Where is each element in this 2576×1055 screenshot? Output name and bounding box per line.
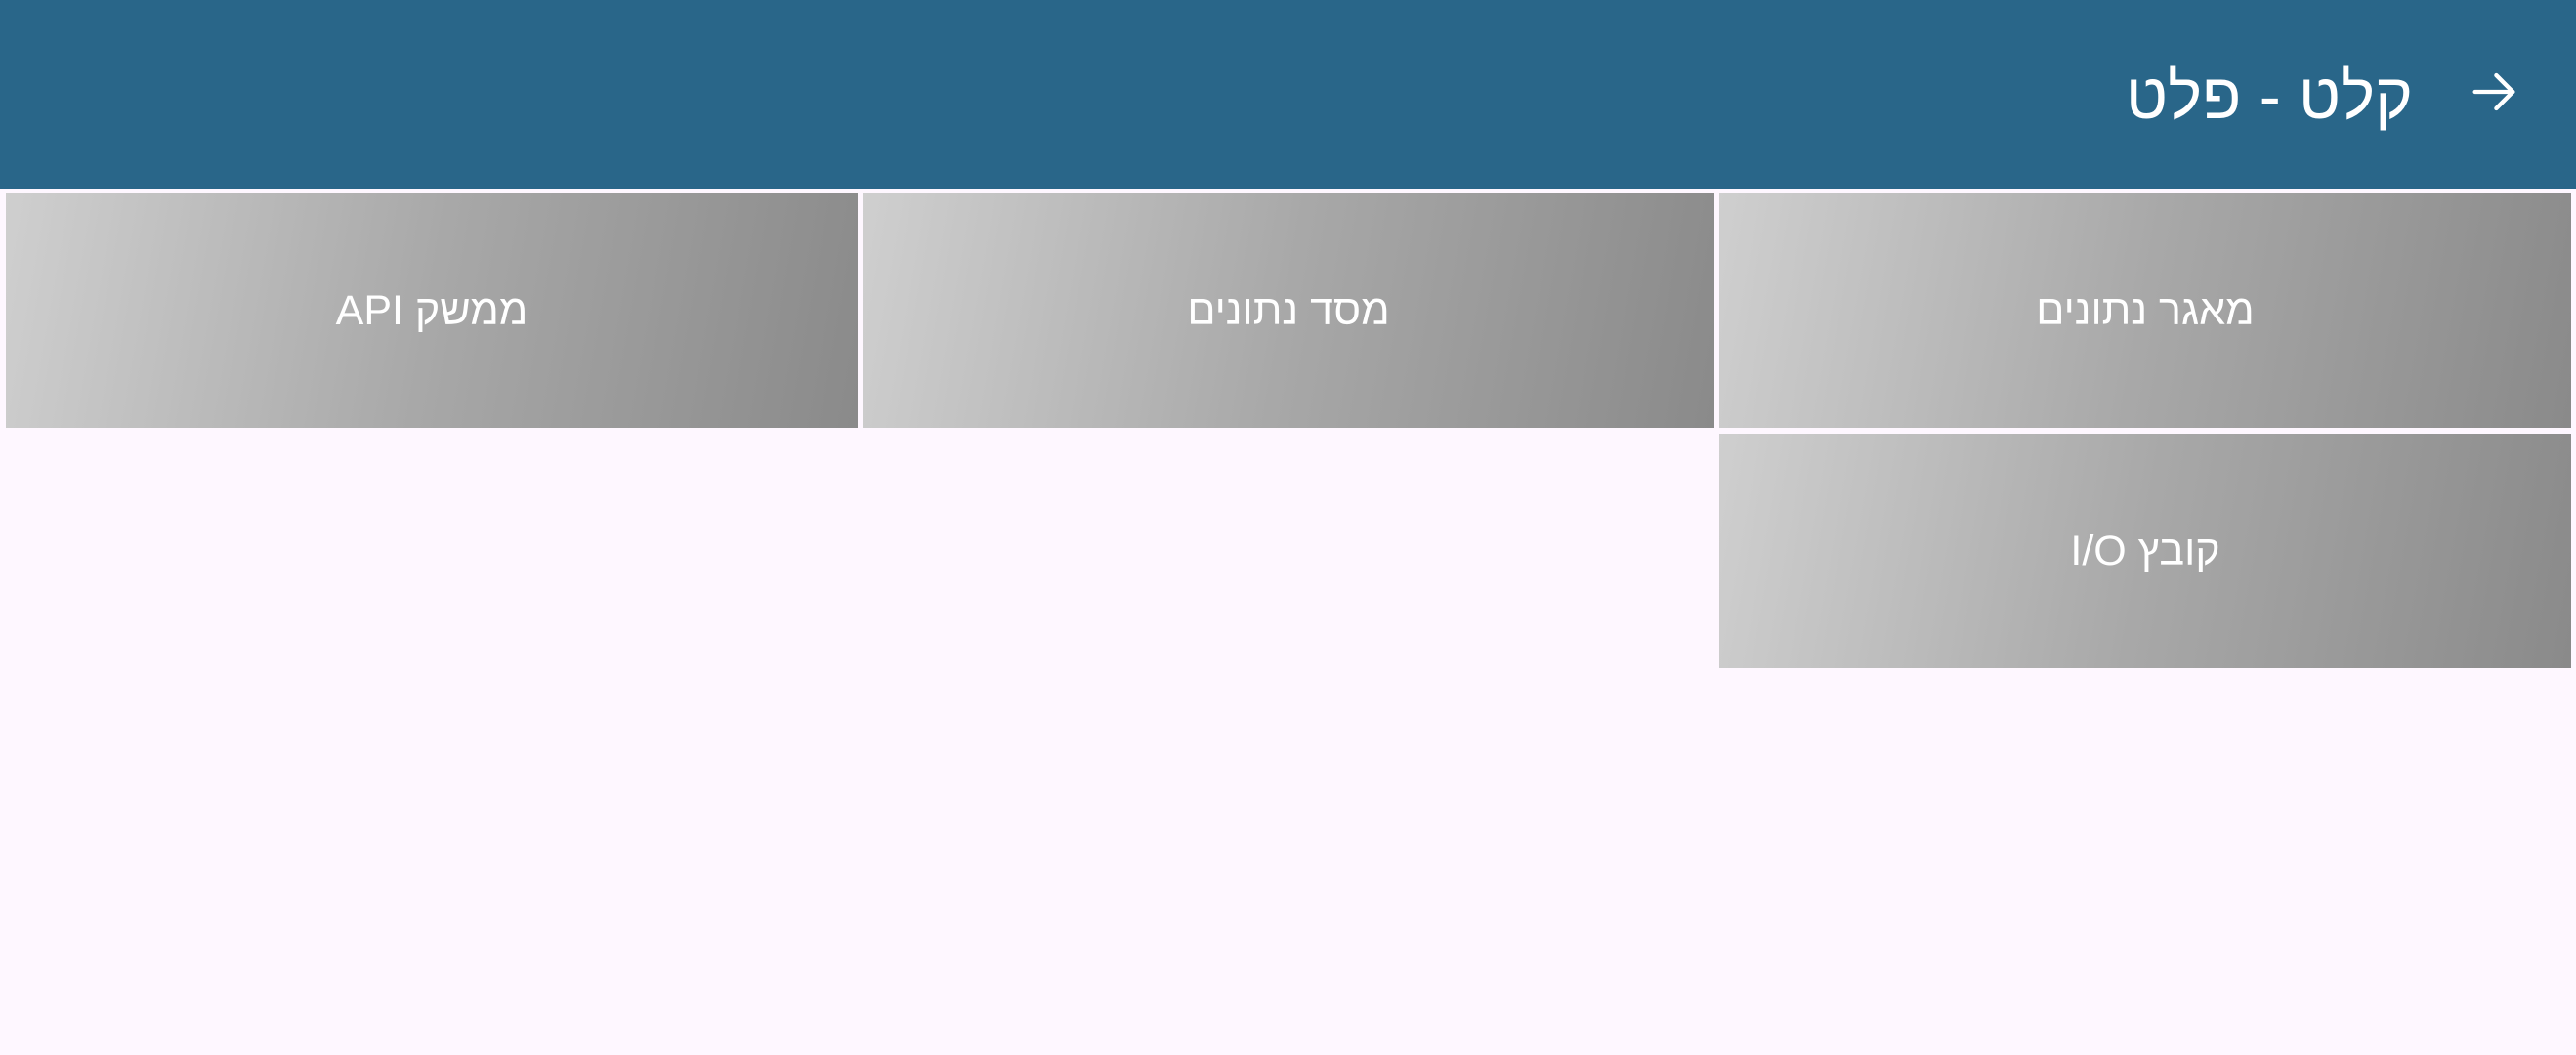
database-label: מסד נתונים (1187, 286, 1390, 334)
file-io-label: קובץ I/O (2070, 527, 2220, 574)
data-repository-label: מאגר נתונים (2036, 286, 2255, 334)
arrow-right-icon (2466, 63, 2522, 125)
page-title: קלט - פלט (2126, 60, 2413, 132)
io-menu-screen: קלט - פלט מאגר נתונים מסד נתונים ממשק AP… (0, 0, 2576, 1055)
api-interface-tile[interactable]: ממשק API (6, 193, 858, 428)
top-app-bar: קלט - פלט (0, 0, 2576, 189)
api-interface-label: ממשק API (335, 286, 528, 334)
back-button[interactable] (2463, 63, 2525, 125)
file-io-tile[interactable]: קובץ I/O (1719, 434, 2571, 668)
data-repository-tile[interactable]: מאגר נתונים (1719, 193, 2571, 428)
database-tile[interactable]: מסד נתונים (863, 193, 1714, 428)
